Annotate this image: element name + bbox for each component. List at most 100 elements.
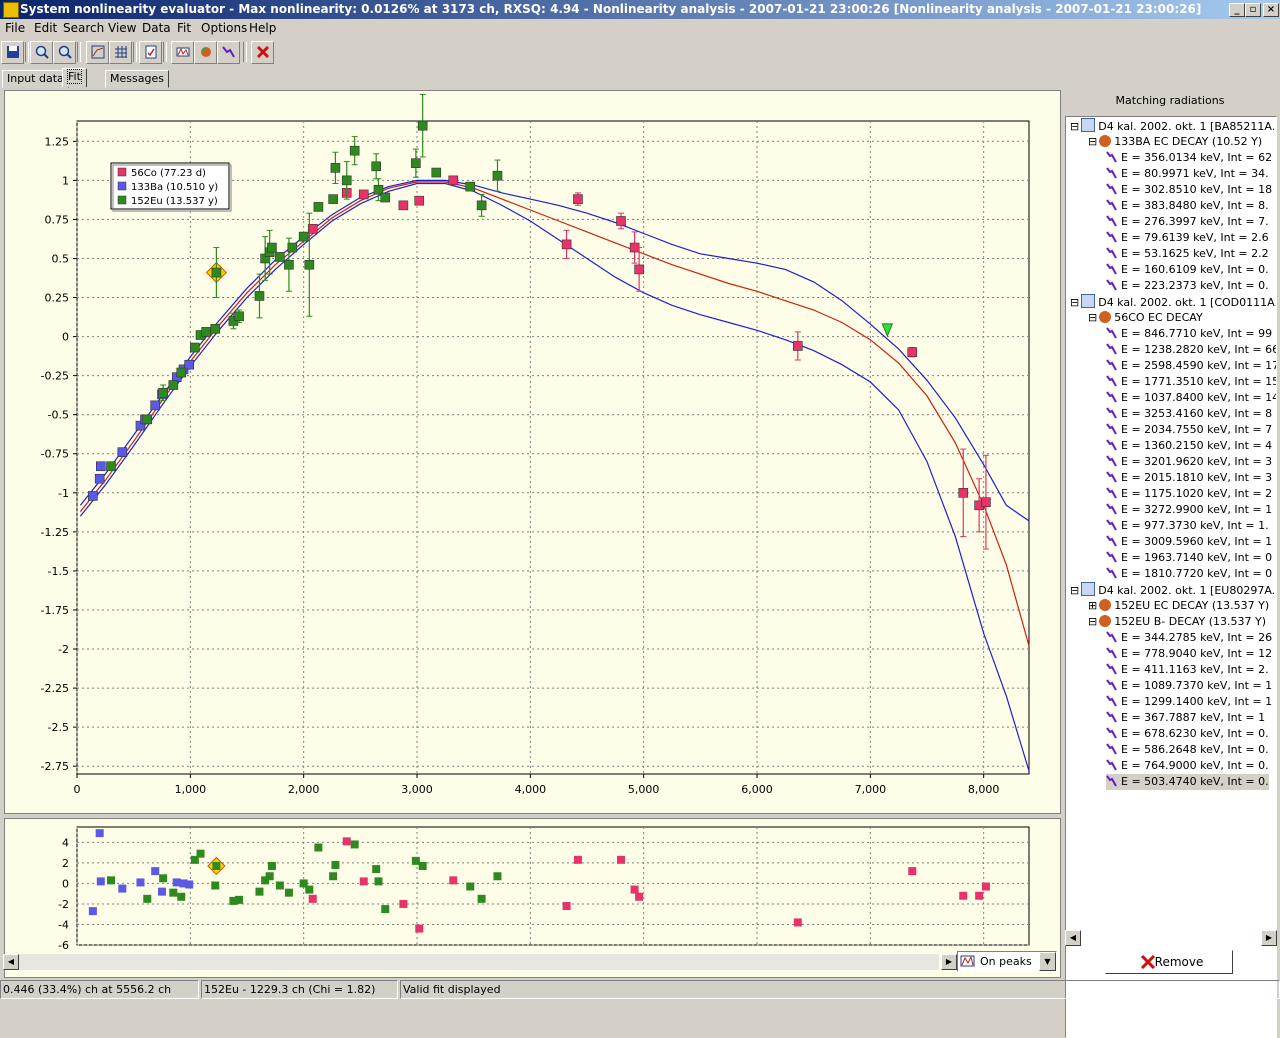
minimize-button[interactable]: _ [1229, 3, 1245, 17]
tree-line-node[interactable]: E = 344.2785 keV, Int = 26 [1106, 630, 1272, 646]
tree-line-node[interactable]: E = 1089.7370 keV, Int = 1 [1106, 678, 1272, 694]
tree-line-node[interactable]: E = 53.1625 keV, Int = 2.2 [1106, 246, 1269, 262]
tree-line-node[interactable]: E = 276.3997 keV, Int = 7. [1106, 214, 1269, 230]
tree-line-node[interactable]: E = 3009.5960 keV, Int = 1 [1106, 534, 1272, 550]
tree-line-node[interactable]: E = 1810.7720 keV, Int = 0 [1106, 566, 1272, 582]
trace-icon[interactable] [217, 41, 240, 64]
tree-line-node[interactable]: E = 79.6139 keV, Int = 2.6 [1106, 230, 1269, 246]
scroll-right-button[interactable]: ▶ [1261, 930, 1277, 946]
tree-line-node[interactable]: E = 846.7710 keV, Int = 99 [1106, 326, 1272, 342]
collapse-icon[interactable]: ⊟ [1088, 615, 1097, 628]
tree-decay-node[interactable]: ⊟ 56CO EC DECAY [1088, 310, 1203, 326]
tree-line-node[interactable]: E = 411.1163 keV, Int = 2. [1106, 662, 1269, 678]
zoom-out-icon[interactable] [53, 41, 76, 64]
residual-point [118, 884, 127, 893]
tree-line-node[interactable]: E = 367.7887 keV, Int = 1 [1106, 710, 1265, 726]
view-mode-select[interactable]: On peaks ▼ [957, 951, 1057, 972]
close-button[interactable]: × [1263, 3, 1279, 17]
tree-file-node[interactable]: ⊟ D4 kal. 2002. okt. 1 [EU80297A.DA [1070, 582, 1276, 598]
tree-line-node[interactable]: E = 3253.4160 keV, Int = 8 [1106, 406, 1272, 422]
tree-line-node[interactable]: E = 1037.8400 keV, Int = 14 [1106, 390, 1276, 406]
horizontal-scrollbar[interactable] [19, 954, 939, 970]
tree-line-node[interactable]: E = 1238.2820 keV, Int = 66 [1106, 342, 1276, 358]
grid-icon[interactable] [109, 41, 132, 64]
tree-line-node[interactable]: E = 1360.2150 keV, Int = 4 [1106, 438, 1272, 454]
tree-line-node[interactable]: E = 678.6230 keV, Int = 0. [1106, 726, 1269, 742]
menu-file[interactable]: File [5, 21, 25, 35]
tree-file-node[interactable]: ⊟ D4 kal. 2002. okt. 1 [BA85211A.DA [1070, 118, 1276, 134]
nuclide-icon[interactable] [194, 41, 217, 64]
tree-line-node[interactable]: E = 2034.7550 keV, Int = 7 [1106, 422, 1272, 438]
tree-line-node[interactable]: E = 302.8510 keV, Int = 18 [1106, 182, 1272, 198]
menu-options[interactable]: Options [201, 21, 247, 35]
tree-line-node[interactable]: E = 764.9000 keV, Int = 0. [1106, 758, 1269, 774]
tree-line-node[interactable]: E = 383.8480 keV, Int = 8. [1106, 198, 1269, 214]
spectrum-file-icon [1081, 294, 1096, 308]
radiation-tree[interactable]: ⊟ D4 kal. 2002. okt. 1 [BA85211A.DA ⊟ 133BA… [1065, 116, 1277, 1038]
residual-point [959, 891, 968, 900]
scroll-left-button[interactable]: ◀ [3, 954, 19, 970]
maximize-button[interactable]: ▫ [1245, 3, 1261, 17]
tree-decay-node[interactable]: ⊟ 133BA EC DECAY (10.52 Y) [1088, 134, 1262, 150]
collapse-icon[interactable]: ⊟ [1070, 296, 1079, 309]
tree-line-node[interactable]: E = 80.9971 keV, Int = 34. [1106, 166, 1269, 182]
collapse-icon[interactable]: ⊟ [1070, 584, 1079, 597]
report-icon[interactable] [139, 41, 162, 64]
tree-line-node[interactable]: E = 2598.4590 keV, Int = 17 [1106, 358, 1276, 374]
scroll-left-button[interactable]: ◀ [1065, 930, 1081, 946]
residual-point [158, 887, 166, 896]
data-point [371, 161, 382, 172]
tree-line-node[interactable]: E = 778.9040 keV, Int = 12 [1106, 646, 1272, 662]
nonlinearity-chart[interactable]: 1.25 1 0.75 0.5 0.25 0 -0.25 -0.5 -0.75 -1 -1.25 -1… [5, 91, 1060, 813]
tree-line-node[interactable]: E = 1299.1400 keV, Int = 1 [1106, 694, 1272, 710]
peaks-icon[interactable] [171, 41, 194, 64]
tree-node-label: E = 977.3730 keV, Int = 1. [1121, 519, 1269, 532]
fit-view-icon[interactable] [86, 41, 109, 64]
residual-point [196, 849, 205, 858]
tree-line-node[interactable]: E = 977.3730 keV, Int = 1. [1106, 518, 1269, 534]
menu-edit[interactable]: Edit [34, 21, 57, 35]
legend-swatch [117, 167, 127, 177]
gamma-line-icon [1106, 183, 1118, 195]
tree-line-node[interactable]: E = 503.4740 keV, Int = 0. [1106, 774, 1269, 790]
data-point [330, 163, 341, 173]
collapse-icon[interactable]: ⊟ [1088, 135, 1097, 148]
chevron-down-icon[interactable]: ▼ [1039, 952, 1056, 971]
collapse-icon[interactable]: ⊟ [1088, 311, 1097, 324]
expand-icon[interactable]: ⊞ [1088, 599, 1097, 612]
tree-decay-node[interactable]: ⊟ 152EU B- DECAY (13.537 Y) [1088, 614, 1266, 630]
tree-line-node[interactable]: E = 1963.7140 keV, Int = 0 [1106, 550, 1272, 566]
menu-search[interactable]: Search [63, 21, 104, 35]
title-bar: System nonlinearity evaluator - Max nonl… [0, 0, 1280, 19]
data-point [158, 388, 168, 398]
gamma-line-icon [1106, 695, 1118, 707]
tab-input-data[interactable]: Input data [2, 70, 69, 88]
menu-data[interactable]: Data [142, 21, 171, 35]
tree-line-node[interactable]: E = 3201.9620 keV, Int = 3 [1106, 454, 1272, 470]
tree-line-node[interactable]: E = 223.2373 keV, Int = 0. [1106, 278, 1269, 294]
tree-line-node[interactable]: E = 3272.9900 keV, Int = 1 [1106, 502, 1272, 518]
tree-file-node[interactable]: ⊟ D4 kal. 2002. okt. 1 [COD0111A.DA [1070, 294, 1276, 310]
tree-line-node[interactable]: E = 586.2648 keV, Int = 0. [1106, 742, 1269, 758]
save-icon[interactable] [1, 41, 24, 64]
tree-line-node[interactable]: E = 160.6109 keV, Int = 0. [1106, 262, 1269, 278]
tab-fit[interactable]: Fit [62, 68, 87, 87]
legend-swatch [117, 195, 127, 205]
data-point [234, 311, 244, 322]
tree-line-node[interactable]: E = 1771.3510 keV, Int = 15 [1106, 374, 1276, 390]
tree-line-node[interactable]: E = 1175.1020 keV, Int = 2 [1106, 486, 1272, 502]
menu-fit[interactable]: Fit [177, 21, 191, 35]
collapse-icon[interactable]: ⊟ [1070, 120, 1079, 133]
remove-button[interactable]: Remove [1105, 950, 1233, 974]
tree-decay-node[interactable]: ⊞ 152EU EC DECAY (13.537 Y) [1088, 598, 1269, 614]
delete-icon[interactable] [251, 41, 274, 64]
zoom-in-icon[interactable] [30, 41, 53, 64]
tree-line-node[interactable]: E = 2015.1810 keV, Int = 3 [1106, 470, 1272, 486]
residual-point [449, 876, 458, 885]
menu-view[interactable]: View [108, 21, 136, 35]
menu-help[interactable]: Help [249, 21, 276, 35]
tree-line-node[interactable]: E = 356.0134 keV, Int = 62 [1106, 150, 1272, 166]
tab-label: Fit [67, 69, 82, 84]
scroll-right-button[interactable]: ▶ [941, 954, 957, 970]
tab-messages[interactable]: Messages [105, 70, 169, 88]
